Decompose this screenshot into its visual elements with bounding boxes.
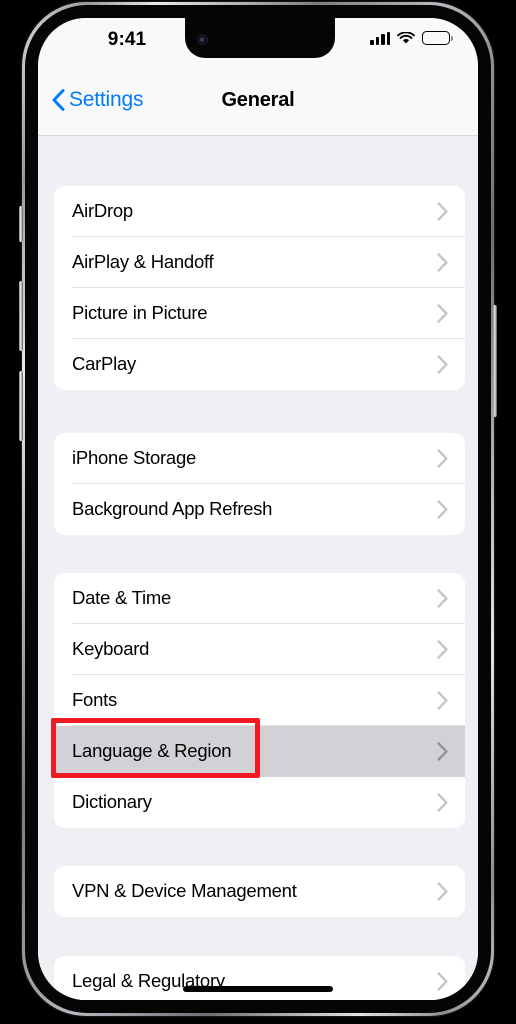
volume-down-button[interactable] (19, 371, 23, 441)
chevron-right-icon (437, 202, 448, 221)
settings-row-label: Picture in Picture (72, 302, 208, 324)
chevron-right-icon (437, 640, 448, 659)
settings-row-language-region[interactable]: Language & Region (54, 726, 465, 777)
settings-row-date-time[interactable]: Date & Time (54, 573, 465, 624)
chevron-right-icon (437, 793, 448, 812)
chevron-right-icon (437, 304, 448, 323)
page-title: General (221, 89, 295, 111)
settings-row-legal-regulatory[interactable]: Legal & Regulatory (54, 956, 465, 1000)
settings-row-keyboard[interactable]: Keyboard (54, 624, 465, 675)
status-bar-time: 9:41 (107, 29, 147, 50)
status-bar-indicators (370, 31, 453, 45)
wifi-icon (397, 31, 415, 44)
settings-row-label: Keyboard (72, 638, 150, 660)
settings-group-storage: iPhone Storage Background App Refresh (54, 433, 465, 535)
chevron-right-icon (437, 589, 448, 608)
home-indicator-bar[interactable] (183, 986, 333, 992)
power-button[interactable] (493, 305, 497, 417)
settings-row-airplay-handoff[interactable]: AirPlay & Handoff (54, 237, 465, 288)
settings-row-label: Date & Time (72, 587, 172, 609)
settings-row-background-app-refresh[interactable]: Background App Refresh (54, 484, 465, 535)
settings-group-legal: Legal & Regulatory (54, 956, 465, 1000)
settings-group-connectivity: AirDrop AirPlay & Handoff Picture in Pic… (54, 186, 465, 390)
settings-row-picture-in-picture[interactable]: Picture in Picture (54, 288, 465, 339)
settings-row-iphone-storage[interactable]: iPhone Storage (54, 433, 465, 484)
settings-row-label: CarPlay (72, 353, 137, 375)
settings-list-scroll[interactable]: AirDrop AirPlay & Handoff Picture in Pic… (38, 136, 478, 1000)
settings-group-localization: Date & Time Keyboard Fonts Language & Re… (54, 573, 465, 828)
settings-group-management: VPN & Device Management (54, 866, 465, 917)
volume-up-button[interactable] (19, 281, 23, 351)
chevron-right-icon (437, 449, 448, 468)
chevron-right-icon (437, 253, 448, 272)
navigation-bar: Settings General (38, 62, 478, 136)
chevron-right-icon (437, 355, 448, 374)
settings-row-label: AirPlay & Handoff (72, 251, 214, 273)
settings-row-label: AirDrop (72, 200, 133, 222)
settings-row-label: Background App Refresh (72, 498, 273, 520)
settings-row-vpn-device-management[interactable]: VPN & Device Management (54, 866, 465, 917)
signal-bars-icon (370, 31, 390, 45)
settings-row-dictionary[interactable]: Dictionary (54, 777, 465, 828)
chevron-right-icon (437, 742, 448, 761)
chevron-right-icon (437, 691, 448, 710)
settings-row-label: Language & Region (72, 740, 232, 762)
front-camera-icon (197, 34, 208, 45)
display-notch (185, 18, 335, 58)
chevron-right-icon (437, 882, 448, 901)
settings-row-airdrop[interactable]: AirDrop (54, 186, 465, 237)
settings-row-label: Dictionary (72, 791, 152, 813)
settings-row-carplay[interactable]: CarPlay (54, 339, 465, 390)
screenshot-canvas: 9:41 Settings General AirDrop AirPlay & … (0, 0, 516, 1024)
settings-row-label: VPN & Device Management (72, 880, 297, 902)
settings-row-label: iPhone Storage (72, 447, 197, 469)
mute-switch-button[interactable] (19, 206, 23, 242)
battery-icon (422, 31, 453, 45)
chevron-right-icon (437, 972, 448, 991)
phone-screen: 9:41 Settings General AirDrop AirPlay & … (38, 18, 478, 1000)
chevron-right-icon (437, 500, 448, 519)
settings-row-label: Fonts (72, 689, 118, 711)
settings-row-fonts[interactable]: Fonts (54, 675, 465, 726)
